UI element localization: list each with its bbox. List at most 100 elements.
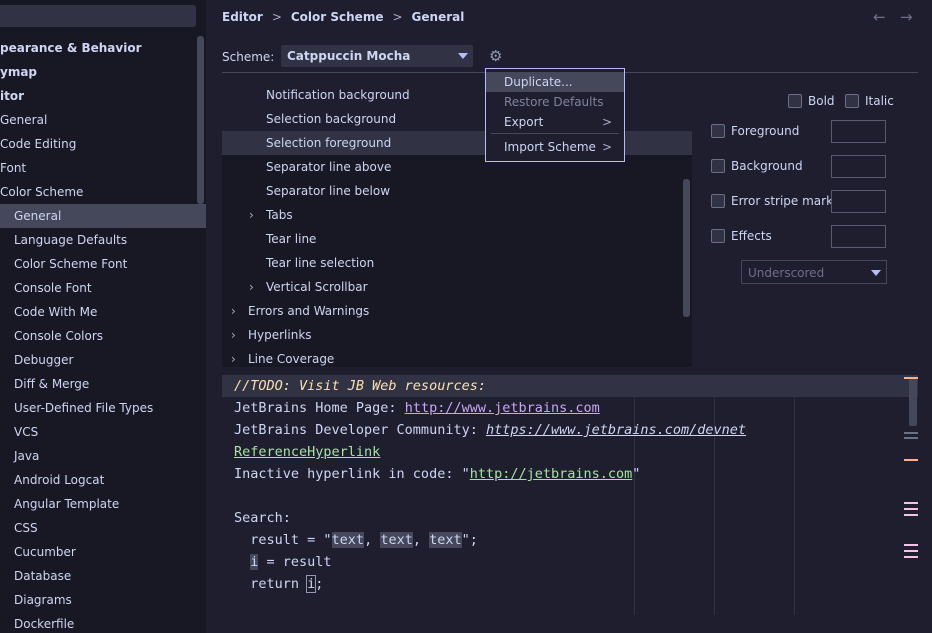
menu-item-duplicate[interactable]: Duplicate... <box>486 72 624 92</box>
code-text: = result <box>258 554 332 570</box>
expand-chevron-icon[interactable]: › <box>231 347 236 367</box>
sidebar-item[interactable]: Console Font <box>0 276 206 300</box>
indent-guide <box>794 397 795 615</box>
sidebar-item[interactable]: General <box>0 204 206 228</box>
expand-chevron-icon[interactable]: › <box>249 203 254 227</box>
menu-item-export[interactable]: Export > <box>486 112 624 132</box>
bold-checkbox[interactable] <box>788 94 802 108</box>
sidebar-item[interactable]: User-Defined File Types <box>0 396 206 420</box>
sidebar-item[interactable]: Angular Template <box>0 492 206 516</box>
sidebar-item[interactable]: ymap <box>0 60 206 84</box>
error-stripe-color-swatch[interactable] <box>831 190 886 213</box>
preview-line: Search: <box>234 507 291 529</box>
sidebar-item-label: CSS <box>14 521 38 535</box>
preview-line: ReferenceHyperlink <box>234 441 380 463</box>
sidebar-item[interactable]: Cucumber <box>0 540 206 564</box>
search-result: text <box>380 532 413 548</box>
sidebar-item-label: Console Font <box>14 281 92 295</box>
sidebar-item[interactable]: CSS <box>0 516 206 540</box>
italic-label: Italic <box>865 94 894 108</box>
tree-row[interactable]: › Line Coverage <box>222 347 692 367</box>
sidebar-item-label: Database <box>14 569 72 583</box>
sidebar-item[interactable]: Color Scheme <box>0 180 206 204</box>
preview-line: JetBrains Developer Community: https://w… <box>234 419 746 441</box>
search-result: text <box>429 532 462 548</box>
sidebar-item[interactable]: Diff & Merge <box>0 372 206 396</box>
sidebar-item[interactable]: General <box>0 108 206 132</box>
sidebar-item-label: pearance & Behavior <box>0 41 142 55</box>
sidebar-item[interactable]: VCS <box>0 420 206 444</box>
sidebar-item[interactable]: Java <box>0 444 206 468</box>
sidebar-item[interactable]: Debugger <box>0 348 206 372</box>
tree-row-label: Separator line above <box>266 160 392 174</box>
sidebar-item-label: Code With Me <box>14 305 98 319</box>
tree-row-label: Hyperlinks <box>248 328 312 342</box>
scheme-preview-editor[interactable]: //TODO: Visit JB Web resources: JetBrain… <box>222 375 918 615</box>
forward-arrow-icon[interactable]: → <box>900 8 913 26</box>
sidebar-item[interactable]: Color Scheme Font <box>0 252 206 276</box>
error-stripe-marker <box>904 432 918 434</box>
italic-checkbox[interactable] <box>845 94 859 108</box>
reference-hyperlink[interactable]: ReferenceHyperlink <box>234 444 380 460</box>
foreground-color-swatch[interactable] <box>831 120 886 143</box>
hyperlink[interactable]: https://www.jetbrains.com/devnet <box>486 422 746 438</box>
sidebar-item[interactable]: Console Colors <box>0 324 206 348</box>
sidebar-item[interactable]: Code With Me <box>0 300 206 324</box>
sidebar-item-label: ymap <box>0 65 38 79</box>
sidebar-item[interactable]: Code Editing <box>0 132 206 156</box>
menu-separator <box>491 133 619 134</box>
sidebar-item[interactable]: Dockerfile <box>0 612 206 633</box>
expand-chevron-icon[interactable]: › <box>231 299 236 323</box>
expand-chevron-icon[interactable]: › <box>249 275 254 299</box>
sidebar-item[interactable]: Database <box>0 564 206 588</box>
background-color-swatch[interactable] <box>831 155 886 178</box>
tree-row[interactable]: › Tabs <box>222 203 692 227</box>
sidebar-item[interactable]: Diagrams <box>0 588 206 612</box>
inactive-hyperlink[interactable]: http://jetbrains.com <box>470 466 633 482</box>
settings-sidebar: pearance & Behavior ymap itor General Code E… <box>0 0 206 633</box>
tree-row[interactable]: Separator line below <box>222 179 692 203</box>
tree-row[interactable]: › Hyperlinks <box>222 323 692 347</box>
sidebar-item[interactable]: Android Logcat <box>0 468 206 492</box>
hyperlink[interactable]: http://www.jetbrains.com <box>405 400 600 416</box>
tree-row[interactable]: › Vertical Scrollbar <box>222 275 692 299</box>
preview-line: Inactive hyperlink in code: "http://jetb… <box>234 463 640 485</box>
breadcrumb-editor[interactable]: Editor <box>222 8 263 26</box>
background-checkbox[interactable] <box>711 159 725 173</box>
sidebar-item-label: Console Colors <box>14 329 104 343</box>
tree-row[interactable]: Tear line <box>222 227 692 251</box>
back-arrow-icon[interactable]: ← <box>873 8 886 26</box>
expand-chevron-icon[interactable]: › <box>231 323 236 347</box>
menu-item-import-scheme[interactable]: Import Scheme > <box>486 137 624 157</box>
error-stripe-checkbox[interactable] <box>711 194 725 208</box>
sidebar-item-label: Java <box>14 449 40 463</box>
tree-scrollbar[interactable] <box>683 179 690 317</box>
tree-row[interactable]: › Errors and Warnings <box>222 299 692 323</box>
breadcrumb-separator: > <box>271 10 282 24</box>
code-text: "; <box>461 532 478 548</box>
breadcrumb-color-scheme[interactable]: Color Scheme <box>291 8 384 26</box>
foreground-checkbox[interactable] <box>711 124 725 138</box>
preview-line: JetBrains Home Page: http://www.jetbrain… <box>234 397 600 419</box>
menu-item-label: Export <box>504 115 544 129</box>
code-text: , <box>412 532 430 548</box>
tree-row-label: Notification background <box>266 88 410 102</box>
editor-scrollbar[interactable] <box>909 378 917 426</box>
scheme-dropdown[interactable]: Catppuccin Mocha <box>281 45 473 67</box>
effects-checkbox[interactable] <box>711 229 725 243</box>
sidebar-item[interactable]: itor <box>0 84 206 108</box>
sidebar-item-label: General <box>0 113 48 127</box>
sidebar-item-label: Angular Template <box>14 497 120 511</box>
error-stripe-marker <box>904 514 918 516</box>
search-result: text <box>331 532 365 548</box>
settings-search-field[interactable] <box>0 5 196 27</box>
effects-color-swatch[interactable] <box>831 225 886 248</box>
sidebar-item[interactable]: pearance & Behavior <box>0 36 206 60</box>
gear-icon[interactable]: ⚙ <box>489 47 507 65</box>
sidebar-item[interactable]: Language Defaults <box>0 228 206 252</box>
sidebar-item[interactable]: Font <box>0 156 206 180</box>
sidebar-scrollbar[interactable] <box>197 36 204 204</box>
tree-row[interactable]: Tear line selection <box>222 251 692 275</box>
effects-type-dropdown[interactable]: Underscored <box>741 260 887 284</box>
